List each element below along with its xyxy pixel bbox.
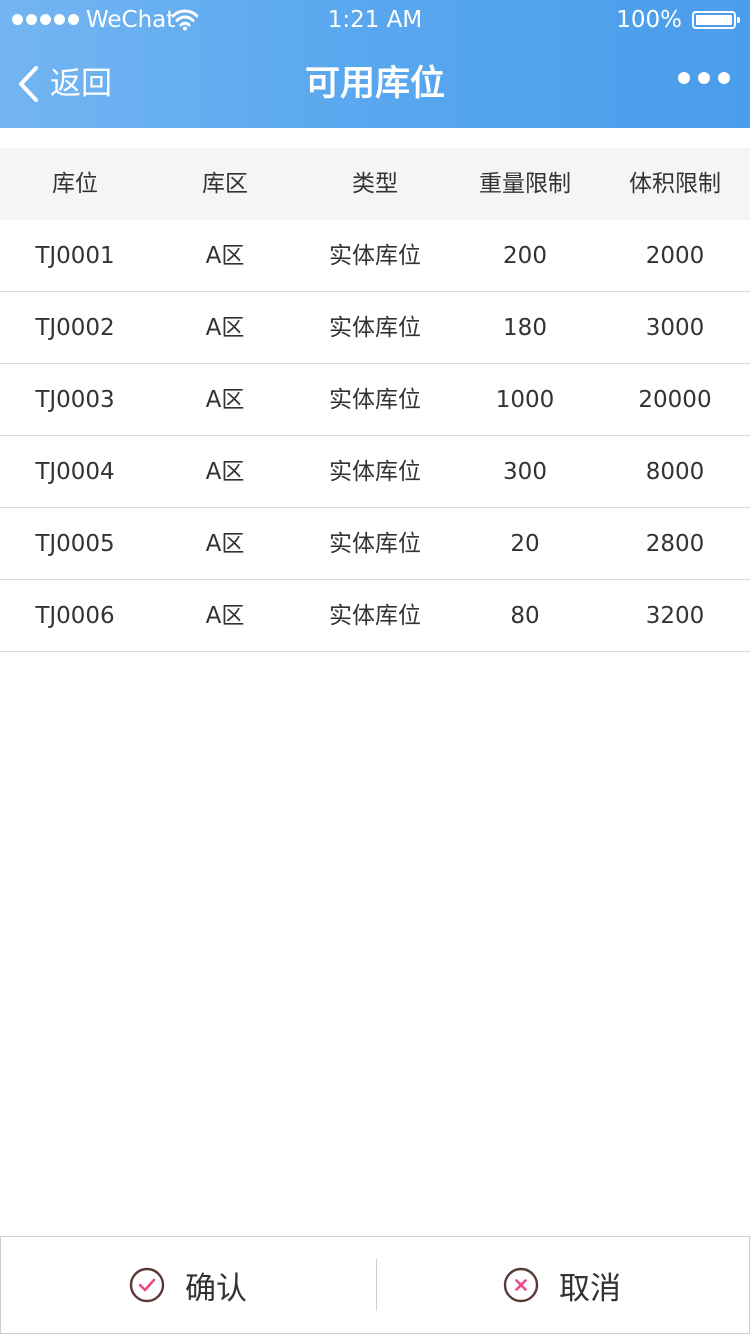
cell-weight-limit: 20: [510, 531, 540, 557]
cell-location: TJ0003: [35, 387, 115, 413]
table-row[interactable]: TJ0005 A区 实体库位 20 2800: [0, 508, 750, 580]
column-header-zone: 库区: [202, 171, 248, 197]
cancel-label: 取消: [559, 1270, 621, 1307]
column-header-volume-limit: 体积限制: [629, 171, 721, 197]
confirm-label: 确认: [185, 1270, 247, 1307]
cell-zone: A区: [205, 243, 245, 269]
battery-percentage: 100%: [616, 7, 682, 33]
footer-divider: [376, 1259, 377, 1311]
cell-weight-limit: 80: [510, 603, 540, 629]
cell-weight-limit: 200: [503, 243, 547, 269]
check-circle-icon: [129, 1267, 165, 1303]
table-row[interactable]: TJ0006 A区 实体库位 80 3200: [0, 580, 750, 652]
cell-location: TJ0004: [35, 459, 115, 485]
cell-zone: A区: [205, 603, 245, 629]
cell-type: 实体库位: [329, 387, 421, 413]
cell-type: 实体库位: [329, 315, 421, 341]
confirm-button[interactable]: 确认: [1, 1237, 375, 1333]
cell-volume-limit: 3200: [645, 603, 705, 629]
column-header-weight-limit: 重量限制: [479, 171, 571, 197]
table-row[interactable]: TJ0002 A区 实体库位 180 3000: [0, 292, 750, 364]
table-row[interactable]: TJ0001 A区 实体库位 200 2000: [0, 220, 750, 292]
table-row[interactable]: TJ0004 A区 实体库位 300 8000: [0, 436, 750, 508]
cell-type: 实体库位: [329, 459, 421, 485]
cell-type: 实体库位: [329, 531, 421, 557]
table-header: 库位 库区 类型 重量限制 体积限制: [0, 148, 750, 220]
cell-zone: A区: [205, 531, 245, 557]
status-bar: WeChat 1:21 AM 100%: [0, 0, 750, 40]
cell-zone: A区: [205, 387, 245, 413]
cell-volume-limit: 3000: [645, 315, 705, 341]
cell-location: TJ0002: [35, 315, 115, 341]
cell-zone: A区: [205, 459, 245, 485]
cell-weight-limit: 180: [503, 315, 547, 341]
cell-weight-limit: 1000: [495, 387, 555, 413]
close-circle-icon: [503, 1267, 539, 1303]
cell-volume-limit: 20000: [638, 387, 712, 413]
cancel-button[interactable]: 取消: [375, 1237, 749, 1333]
cell-volume-limit: 2800: [645, 531, 705, 557]
cell-type: 实体库位: [329, 603, 421, 629]
battery-icon: [692, 11, 740, 29]
more-dots-icon: [678, 72, 690, 84]
page-title: 可用库位: [304, 64, 445, 104]
cell-type: 实体库位: [329, 243, 421, 269]
cell-location: TJ0001: [35, 243, 115, 269]
cell-zone: A区: [205, 315, 245, 341]
table-row[interactable]: TJ0003 A区 实体库位 1000 20000: [0, 364, 750, 436]
column-header-type: 类型: [352, 171, 398, 197]
cell-location: TJ0005: [35, 531, 115, 557]
column-header-location: 库位: [52, 171, 98, 197]
cell-location: TJ0006: [35, 603, 115, 629]
storage-location-table: 库位 库区 类型 重量限制 体积限制 TJ0001 A区 实体库位 200 20…: [0, 148, 750, 652]
app-header: WeChat 1:21 AM 100% 返回 可用库位: [0, 0, 750, 128]
action-bar: 确认 取消: [0, 1236, 750, 1334]
cell-volume-limit: 2000: [645, 243, 705, 269]
cell-weight-limit: 300: [503, 459, 547, 485]
cell-volume-limit: 8000: [645, 459, 705, 485]
more-button[interactable]: [678, 72, 730, 84]
